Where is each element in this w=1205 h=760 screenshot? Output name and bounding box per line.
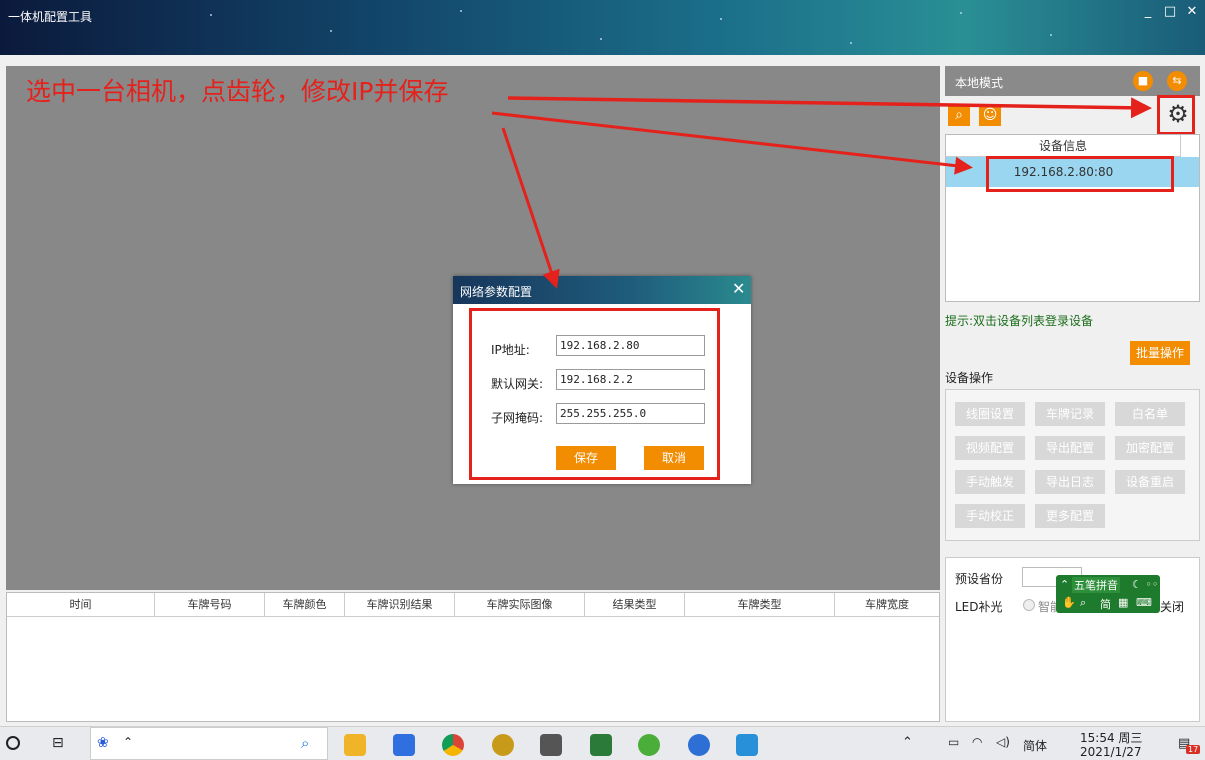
- clock-time[interactable]: 15:54 周三: [1080, 729, 1142, 746]
- whitelist-button[interactable]: 白名单: [1115, 402, 1185, 426]
- video-config-button[interactable]: 视频配置: [955, 436, 1025, 460]
- col-header[interactable]: 车牌实际图像: [455, 593, 585, 617]
- ime-toolbar[interactable]: ⌃ 五笔拼音 ☾ ◦◦ ✋ ⌕ 简 ▦ ⌨: [1056, 575, 1160, 613]
- visual-studio-icon[interactable]: [590, 734, 612, 756]
- search-icon[interactable]: ⌕: [301, 734, 309, 752]
- notification-badge: 17: [1186, 745, 1201, 754]
- col-header[interactable]: 车牌类型: [685, 593, 835, 617]
- encrypt-config-button[interactable]: 加密配置: [1115, 436, 1185, 460]
- switch-mode-icon[interactable]: ⇆: [1167, 71, 1187, 91]
- dialog-title-bar: 网络参数配置 ✕: [453, 276, 751, 304]
- batch-operation-button[interactable]: 批量操作: [1130, 341, 1190, 365]
- expand-icon[interactable]: ⌃: [1060, 578, 1069, 591]
- mode-header: 本地模式 ■ ⇆: [945, 66, 1200, 96]
- device-list-header: 设备信息: [946, 135, 1181, 157]
- device-restart-button[interactable]: 设备重启: [1115, 470, 1185, 494]
- taskbar: ⊟ ❀ ⌃ ⌕ ⌃ ▭ ◠ ◁) 简体 15:54 周三 2021/1/27 ▤…: [0, 726, 1205, 760]
- annotation-highlight-dialog: [469, 308, 720, 480]
- export-log-button[interactable]: 导出日志: [1035, 470, 1105, 494]
- language-indicator[interactable]: 简体: [1023, 737, 1047, 754]
- wifi-icon[interactable]: ◠: [972, 735, 982, 749]
- clock-date[interactable]: 2021/1/27: [1080, 745, 1142, 759]
- minimize-button[interactable]: _: [1138, 3, 1158, 21]
- manual-trigger-button[interactable]: 手动触发: [955, 470, 1025, 494]
- mode-label: 本地模式: [955, 76, 1004, 90]
- network-app-icon[interactable]: [688, 734, 710, 756]
- task-view-icon[interactable]: ⊟: [52, 735, 64, 751]
- maximize-button[interactable]: □: [1160, 3, 1180, 21]
- remote-desktop-icon[interactable]: [736, 734, 758, 756]
- led-smart-radio[interactable]: [1023, 599, 1035, 611]
- results-table: 时间 车牌号码 车牌颜色 车牌识别结果 车牌实际图像 结果类型 车牌类型 车牌宽…: [6, 592, 940, 722]
- annotation-highlight-gear: [1157, 95, 1195, 135]
- ime-mode[interactable]: 简: [1100, 596, 1111, 612]
- start-icon[interactable]: [6, 736, 20, 750]
- col-header[interactable]: 时间: [7, 593, 155, 617]
- col-header[interactable]: 车牌宽度: [835, 593, 939, 617]
- search-icon[interactable]: ⌕: [1080, 596, 1086, 610]
- col-header[interactable]: 车牌颜色: [265, 593, 345, 617]
- led-off-label: 关闭: [1160, 600, 1185, 614]
- annotation-highlight-device: [986, 156, 1174, 192]
- hand-icon[interactable]: ✋: [1062, 596, 1076, 609]
- baidu-paw-icon: ❀: [97, 735, 109, 751]
- chevron-up-icon[interactable]: ⌃: [123, 735, 133, 749]
- ultraedit-icon[interactable]: [492, 734, 514, 756]
- video-camera-icon[interactable]: ■: [1133, 71, 1153, 91]
- col-header[interactable]: 结果类型: [585, 593, 685, 617]
- device-ops-label: 设备操作: [945, 371, 994, 385]
- instruction-annotation: 选中一台相机，点齿轮，修改IP并保存: [26, 77, 449, 106]
- preset-province-label: 预设省份: [955, 572, 1004, 586]
- keyboard-icon[interactable]: ⌨: [1136, 596, 1152, 609]
- wps-icon[interactable]: [393, 734, 415, 756]
- volume-icon[interactable]: ◁): [996, 735, 1010, 749]
- device-ops-panel: 线圈设置 车牌记录 白名单 视频配置 导出配置 加密配置 手动触发 导出日志 设…: [945, 389, 1200, 541]
- tray-chevron-icon[interactable]: ⌃: [902, 735, 913, 750]
- title-bar: 一体机配置工具 _ □ ✕: [0, 0, 1205, 55]
- app-title: 一体机配置工具: [8, 10, 93, 24]
- ie-browser-icon[interactable]: [638, 734, 660, 756]
- plate-records-button[interactable]: 车牌记录: [1035, 402, 1105, 426]
- hint-text: 提示:双击设备列表登录设备: [945, 314, 1094, 328]
- grid-icon[interactable]: ▦: [1118, 596, 1128, 609]
- moon-icon[interactable]: ☾ ◦◦: [1132, 578, 1158, 591]
- close-button[interactable]: ✕: [1182, 3, 1202, 21]
- dialog-close-icon[interactable]: ✕: [732, 279, 745, 298]
- dialog-title: 网络参数配置: [460, 285, 533, 299]
- search-icon[interactable]: ⌕: [948, 104, 970, 126]
- tool-app-icon[interactable]: [540, 734, 562, 756]
- battery-icon[interactable]: ▭: [948, 735, 959, 749]
- taskbar-search-box[interactable]: ❀ ⌃ ⌕: [90, 727, 328, 760]
- more-config-button[interactable]: 更多配置: [1035, 504, 1105, 528]
- table-header: 时间 车牌号码 车牌颜色 车牌识别结果 车牌实际图像 结果类型 车牌类型 车牌宽…: [7, 593, 939, 617]
- user-ip-icon[interactable]: ☺: [979, 104, 1001, 126]
- manual-calibrate-button[interactable]: 手动校正: [955, 504, 1025, 528]
- network-config-dialog: 网络参数配置 ✕ IP地址: 192.168.2.80 默认网关: 192.16…: [453, 276, 751, 484]
- led-label: LED补光: [955, 600, 1003, 614]
- col-header[interactable]: 车牌识别结果: [345, 593, 455, 617]
- col-header[interactable]: 车牌号码: [155, 593, 265, 617]
- file-explorer-icon[interactable]: [344, 734, 366, 756]
- coil-settings-button[interactable]: 线圈设置: [955, 402, 1025, 426]
- ime-name: 五笔拼音: [1072, 577, 1120, 593]
- export-config-button[interactable]: 导出配置: [1035, 436, 1105, 460]
- chrome-icon[interactable]: [442, 734, 464, 756]
